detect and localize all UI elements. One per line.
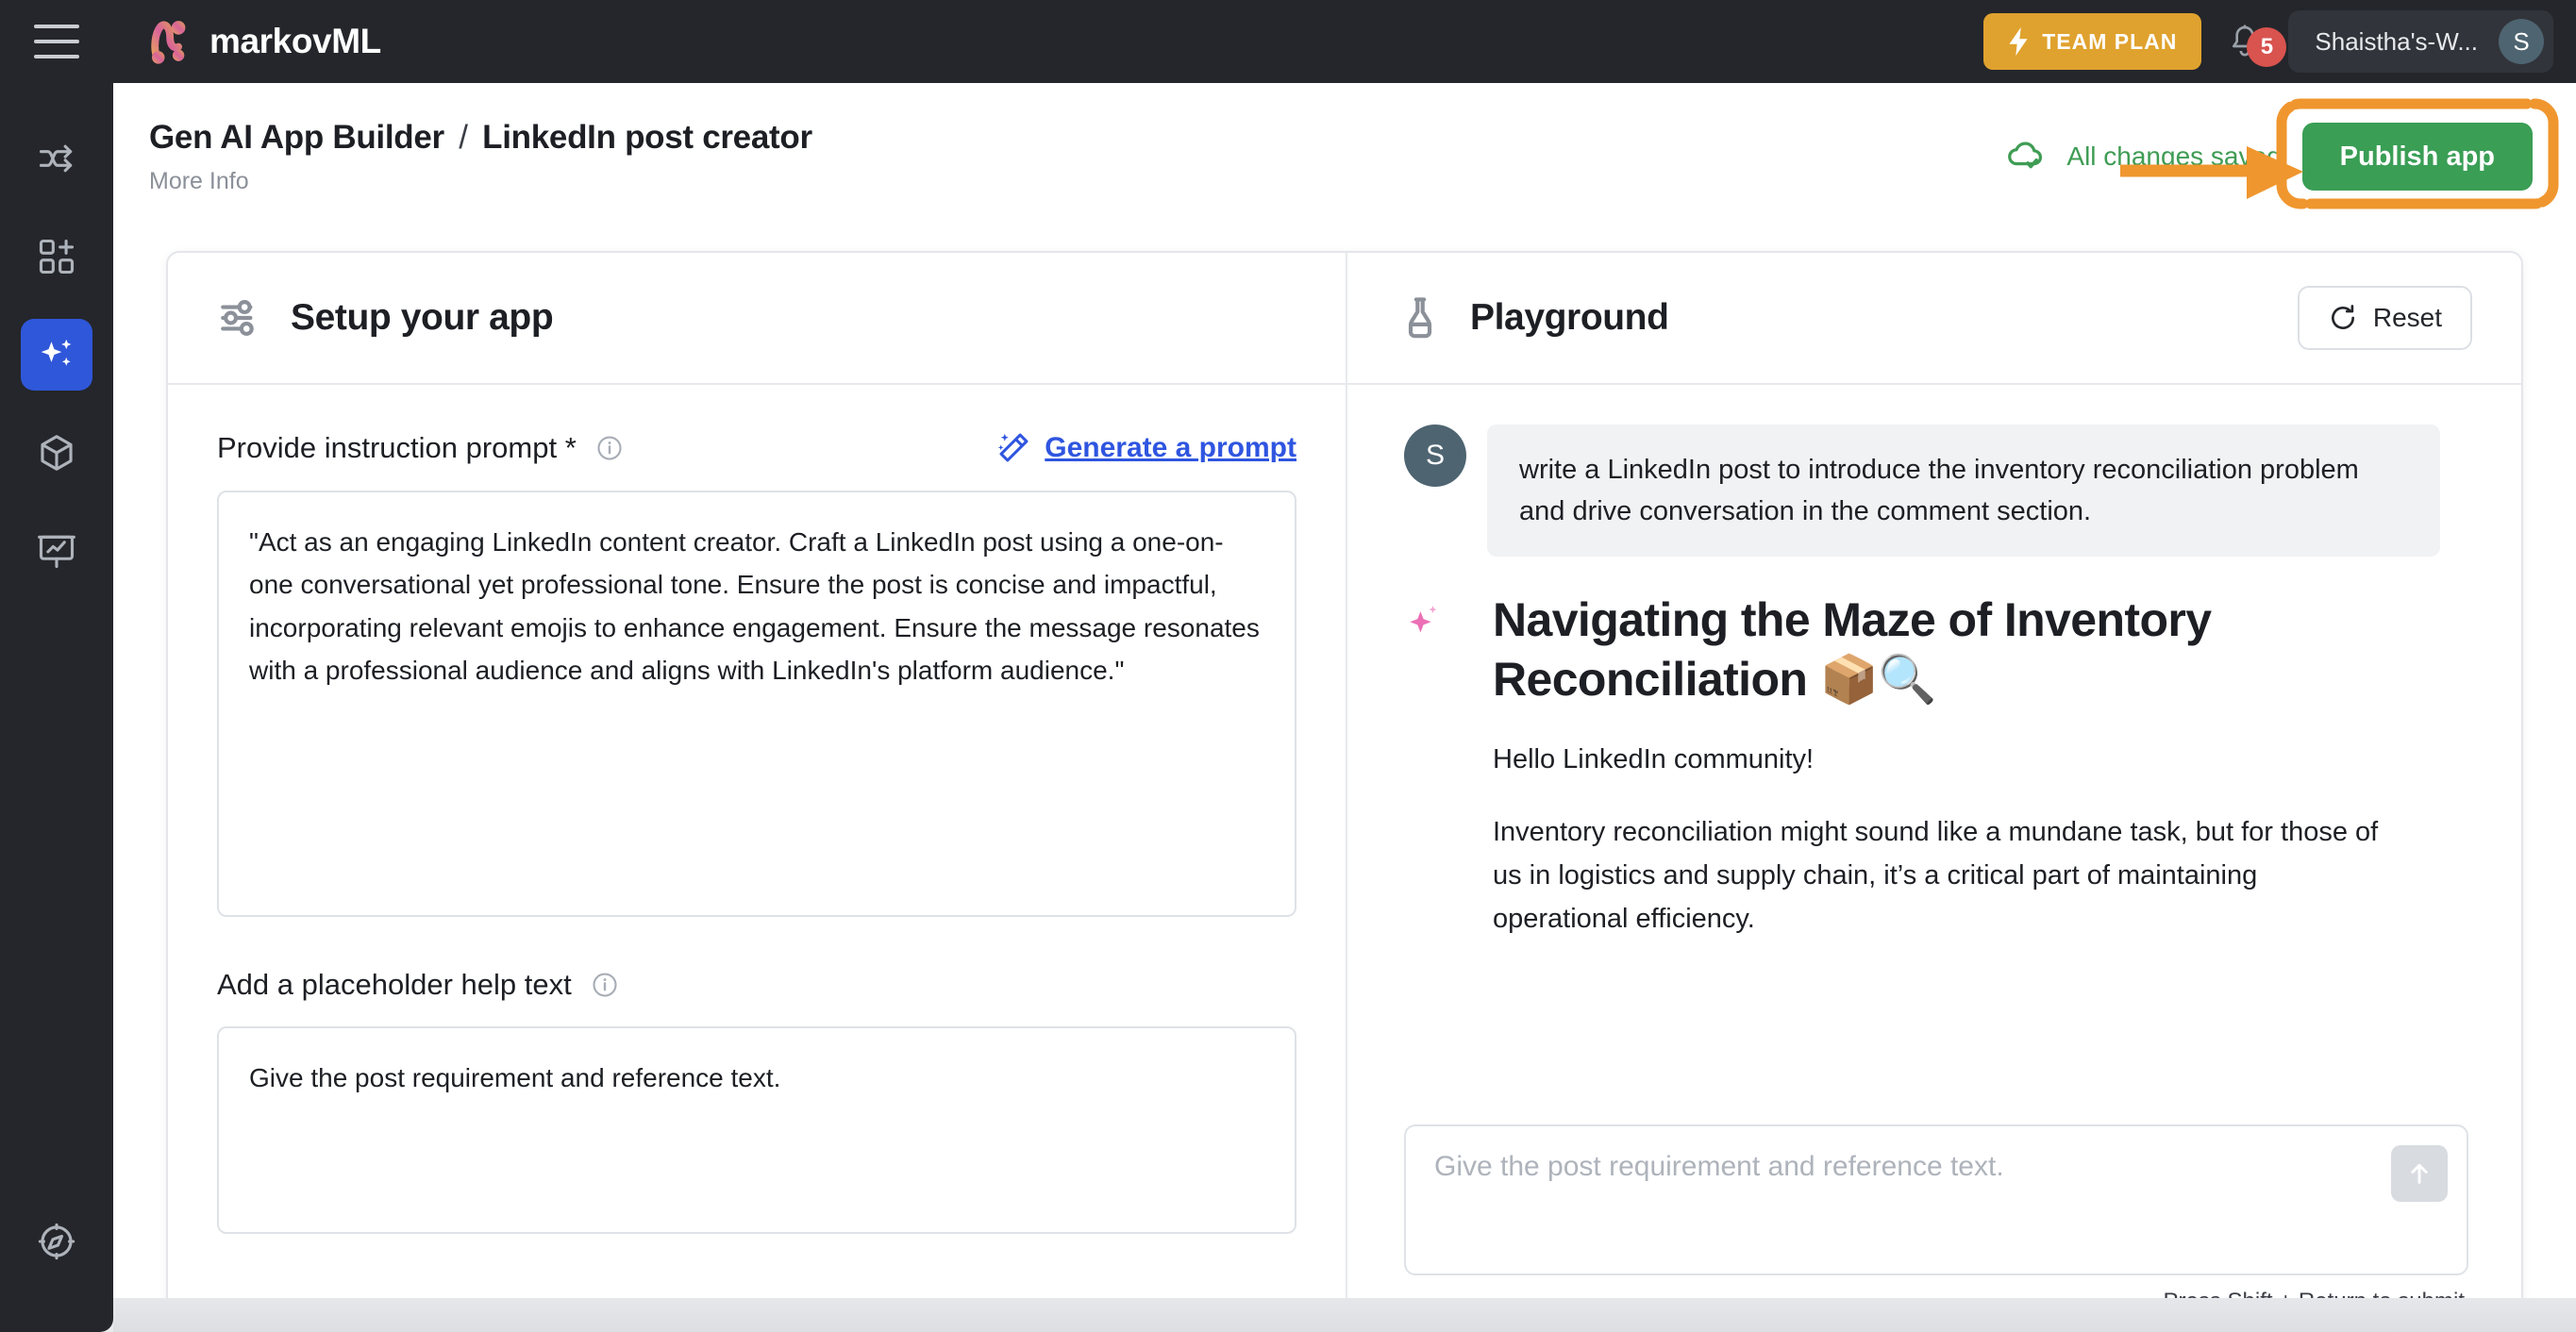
info-icon[interactable] xyxy=(591,971,619,999)
help-text-textarea[interactable]: Give the post requirement and reference … xyxy=(217,1026,1296,1234)
sidebar-item-genai[interactable] xyxy=(21,319,92,391)
reset-button[interactable]: Reset xyxy=(2297,286,2472,350)
shuffle-icon xyxy=(39,144,73,173)
sidebar-rail xyxy=(0,83,113,1332)
generate-prompt-link[interactable]: Generate a prompt xyxy=(995,430,1296,466)
playground-panel-header: Playground Reset xyxy=(1347,253,2521,385)
compass-icon xyxy=(38,1223,75,1260)
cube-icon xyxy=(41,435,73,471)
assistant-paragraph-1: Hello LinkedIn community! xyxy=(1493,744,1815,775)
page-header: Gen AI App Builder / LinkedIn post creat… xyxy=(113,83,2576,206)
horizontal-scrollbar[interactable] xyxy=(113,1298,2576,1332)
chat-message-assistant: Navigating the Maze of Inventory Reconci… xyxy=(1404,591,2465,941)
top-bar: markovML TEAM PLAN 5 Shaistha's-W... S xyxy=(0,0,2576,83)
instruction-prompt-textarea[interactable]: "Act as an engaging LinkedIn content cre… xyxy=(217,491,1296,917)
setup-panel: Setup your app Provide instruction promp… xyxy=(168,253,1347,1330)
bolt-icon xyxy=(2009,27,2028,56)
flask-icon xyxy=(1408,297,1432,339)
setup-panel-title: Setup your app xyxy=(291,297,554,338)
send-button[interactable] xyxy=(2391,1145,2448,1202)
chat-message-user: S write a LinkedIn post to introduce the… xyxy=(1404,425,2465,558)
sidebar-item-apps[interactable] xyxy=(21,221,92,292)
top-bar-right: TEAM PLAN 5 Shaistha's-W... S xyxy=(1983,10,2576,73)
generate-prompt-label: Generate a prompt xyxy=(1045,432,1296,463)
brand-logo-group[interactable]: markovML xyxy=(143,16,381,67)
sparkle-icon xyxy=(1410,606,1437,633)
assistant-message-body: Navigating the Maze of Inventory Reconci… xyxy=(1464,591,2399,941)
playground-panel-title: Playground xyxy=(1470,297,1669,338)
reset-label: Reset xyxy=(2372,303,2442,332)
panels-container: Setup your app Provide instruction promp… xyxy=(166,251,2523,1332)
help-field-header: Add a placeholder help text xyxy=(217,968,1296,1002)
prompt-field-header: Provide instruction prompt * Generate a … xyxy=(217,430,1296,466)
breadcrumb-separator: / xyxy=(459,119,468,156)
avatar: S xyxy=(2499,19,2544,64)
sidebar-item-models[interactable] xyxy=(21,417,92,489)
team-plan-label: TEAM PLAN xyxy=(2042,28,2178,54)
workspace-name: Shaistha's-W... xyxy=(2315,26,2478,56)
save-status-text: All changes saved xyxy=(2066,142,2282,171)
user-message-text: write a LinkedIn post to introduce the i… xyxy=(1487,425,2440,558)
arrow-up-icon xyxy=(2411,1163,2428,1184)
refresh-icon xyxy=(2331,305,2354,329)
notifications-button[interactable]: 5 xyxy=(2201,23,2288,67)
avatar: S xyxy=(1404,425,1466,487)
chat-area: S write a LinkedIn post to introduce the… xyxy=(1347,385,2521,1330)
setup-panel-body: Provide instruction prompt * Generate a … xyxy=(168,385,1346,1234)
sidebar-item-workflows[interactable] xyxy=(21,123,92,194)
info-icon[interactable] xyxy=(595,434,624,462)
help-label: Add a placeholder help text xyxy=(217,968,572,1001)
sidebar-item-explore[interactable] xyxy=(21,1206,92,1277)
assistant-paragraph-2: Inventory reconciliation might sound lik… xyxy=(1493,816,2379,935)
playground-panel: Playground Reset S write a LinkedIn post… xyxy=(1347,253,2521,1330)
breadcrumb-current: LinkedIn post creator xyxy=(482,119,812,156)
assistant-post-title: Navigating the Maze of Inventory Reconci… xyxy=(1493,593,2212,707)
sparkles-icon xyxy=(41,339,72,366)
chat-input-placeholder: Give the post requirement and reference … xyxy=(1434,1151,2004,1182)
page-header-actions: All changes saved Publish app xyxy=(2004,123,2533,191)
notification-badge: 5 xyxy=(2247,27,2287,67)
breadcrumb-root[interactable]: Gen AI App Builder xyxy=(149,119,444,156)
brand-name: markovML xyxy=(209,22,381,60)
publish-app-button[interactable]: Publish app xyxy=(2301,123,2533,191)
setup-panel-header: Setup your app xyxy=(168,253,1346,385)
help-text-field: Add a placeholder help text Give the pos… xyxy=(217,968,1296,1234)
workspace-menu[interactable]: Shaistha's-W... S xyxy=(2288,10,2553,73)
sidebar-item-analytics[interactable] xyxy=(21,515,92,587)
magic-wand-icon xyxy=(998,433,1029,462)
grid-plus-icon xyxy=(39,239,75,275)
hamburger-icon[interactable] xyxy=(34,25,79,58)
save-status: All changes saved xyxy=(2004,135,2282,178)
markovml-logo-icon xyxy=(151,21,186,64)
sliders-icon xyxy=(221,300,254,336)
cloud-check-icon xyxy=(2008,142,2043,169)
main-content: Gen AI App Builder / LinkedIn post creat… xyxy=(113,83,2576,1332)
presentation-chart-icon xyxy=(38,535,75,569)
team-plan-button[interactable]: TEAM PLAN xyxy=(1983,13,2202,70)
app-root: markovML TEAM PLAN 5 Shaistha's-W... S G… xyxy=(0,0,2576,1332)
prompt-label: Provide instruction prompt * xyxy=(217,431,577,464)
composer-area: Give the post requirement and reference … xyxy=(1404,1124,2468,1315)
chat-input[interactable]: Give the post requirement and reference … xyxy=(1404,1124,2468,1275)
